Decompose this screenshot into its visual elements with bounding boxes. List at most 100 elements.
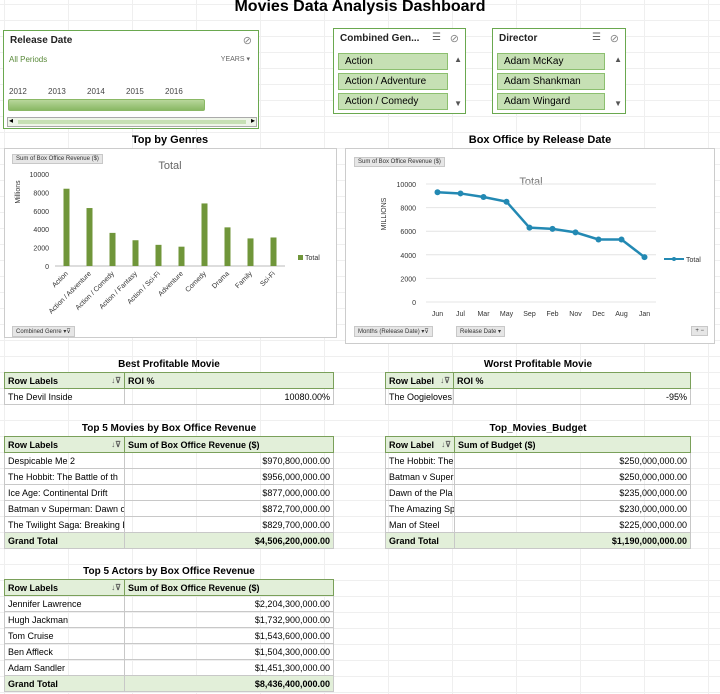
data-point [480, 193, 487, 200]
x-tick-label: Family [234, 270, 254, 290]
timeline-bar[interactable] [8, 99, 205, 111]
sort-filter-icon[interactable]: ↓⊽ [441, 440, 451, 449]
slicer-item[interactable]: Action / Adventure [338, 73, 448, 90]
slicer-item[interactable]: Adam Shankman [497, 73, 605, 90]
x-tick-label: Comedy [185, 270, 209, 294]
x-tick-label: Jun [432, 311, 443, 318]
dashboard-title: Movies Data Analysis Dashboard [234, 0, 486, 15]
scroll-up-icon[interactable]: ▲ [614, 55, 622, 64]
time-level-label: YEARS [220, 56, 245, 63]
multiselect-icon[interactable]: ☰ [432, 32, 441, 43]
clear-filter-icon[interactable]: ⊘ [243, 34, 252, 47]
genres-chart-section-title: Top by Genres [131, 134, 209, 146]
value-header: Sum of Box Office Revenue ($) [124, 436, 334, 453]
scroll-left-icon[interactable]: ◂ [9, 116, 13, 125]
top-movies-table: Row Labels ↓⊽ Sum of Box Office Revenue ($… [4, 436, 334, 549]
clear-filter-icon[interactable]: ⊘ [610, 32, 619, 45]
axis-field-button[interactable]: Combined Genre ▾⊽ [12, 326, 75, 337]
grand-total-label: Grand Total [385, 532, 455, 549]
year-labels: 2012 2013 2014 2015 2016 [9, 87, 209, 96]
table-row-label: Dawn of the Pla [385, 484, 455, 501]
row-labels-header[interactable]: Row Label ↓⊽ [385, 436, 455, 453]
sort-filter-icon[interactable]: ↓⊽ [111, 440, 121, 449]
release-date-slicer[interactable]: Release Date ⊘ All Periods YEARS ▾ 2012 … [3, 30, 259, 129]
top-budget-table: Row Label ↓⊽ Sum of Budget ($) The Hobbit:… [385, 436, 691, 549]
top-movies-title: Top 5 Movies by Box Office Revenue [81, 423, 257, 434]
x-tick-label: Mar [477, 311, 490, 318]
table-row-label: Ice Age: Continental Drift [4, 484, 125, 501]
scroll-down-icon[interactable]: ▼ [614, 99, 622, 108]
scroll-right-icon[interactable]: ▸ [251, 116, 255, 125]
bar [155, 244, 162, 266]
slicer-item[interactable]: Action / Comedy [338, 93, 448, 110]
x-tick-label: Drama [211, 270, 231, 290]
table-row-value: $1,543,600,000.00 [124, 627, 334, 644]
table-row-value: $235,000,000.00 [454, 484, 691, 501]
top-budget-title: Top_Movies_Budget [489, 423, 587, 434]
row-labels-header[interactable]: Row Labels ↓⊽ [4, 579, 125, 596]
data-point [457, 190, 464, 197]
x-tick-label: Jul [456, 311, 465, 318]
slicer-item[interactable]: Adam Wingard [497, 93, 605, 110]
filter-dropdown-icon[interactable]: ▾⊽ [421, 329, 428, 335]
table-row-label: Batman v Superm [385, 468, 455, 485]
grand-total-value: $4,506,200,000.00 [124, 532, 334, 549]
slicer-header: Combined Gen... [340, 33, 420, 44]
data-point [434, 189, 441, 196]
all-periods-label: All Periods [9, 55, 48, 64]
table-row-value: $230,000,000.00 [454, 500, 691, 517]
x-tick-label: Nov [569, 311, 582, 318]
slicer-header: Director [499, 33, 538, 44]
table-row-label: Batman v Superman: Dawn o [4, 500, 125, 517]
data-point [641, 254, 648, 261]
row-labels-header[interactable]: Row Labels ↓⊽ [4, 372, 125, 389]
axis-field-button[interactable]: Months (Release Date) ▾⊽ [354, 326, 433, 337]
time-level-select[interactable]: YEARS ▾ [221, 55, 250, 63]
data-point [572, 229, 579, 236]
slicer-item[interactable]: Adam McKay [497, 53, 605, 70]
y-tick-label: 0 [45, 264, 49, 271]
table-row-value: -95% [453, 388, 691, 405]
table-row-value: $970,800,000.00 [124, 452, 334, 469]
axis-field-button[interactable]: Release Date ▾ [456, 326, 506, 337]
row-labels-header[interactable]: Row Labels ↓⊽ [4, 436, 125, 453]
bar [270, 237, 277, 266]
year-label: 2013 [48, 87, 66, 96]
box-office-chart[interactable]: Sum of Box Office Revenue ($) Total MILLI… [345, 148, 715, 344]
filter-dropdown-icon[interactable]: ▾⊽ [63, 329, 70, 335]
expand-collapse-buttons[interactable]: + − [691, 326, 708, 336]
grand-total-label: Grand Total [4, 532, 125, 549]
table-row-value: $1,451,300,000.00 [124, 659, 334, 676]
x-tick-label: Sci-Fi [259, 270, 277, 288]
chart-title: Total [519, 176, 542, 188]
scroll-down-icon[interactable]: ▼ [454, 99, 462, 108]
bar [178, 246, 185, 266]
y-axis-label: MILLIONS [381, 197, 388, 230]
genre-slicer[interactable]: Combined Gen... ☰ ⊘ Action Action / Adve… [333, 28, 466, 114]
bar [109, 232, 116, 266]
clear-filter-icon[interactable]: ⊘ [450, 32, 459, 45]
multiselect-icon[interactable]: ☰ [592, 32, 601, 43]
sort-filter-icon[interactable]: ↓⊽ [440, 376, 450, 385]
data-point [618, 236, 625, 243]
timeline-scrollbar[interactable]: ◂ ▸ [7, 116, 257, 127]
scroll-up-icon[interactable]: ▲ [454, 55, 462, 64]
genres-chart[interactable]: Sum of Box Office Revenue ($) Total Milli… [4, 148, 337, 338]
legend-marker [672, 257, 676, 261]
grand-total-value: $1,190,000,000.00 [454, 532, 691, 549]
year-label: 2014 [87, 87, 105, 96]
dropdown-icon[interactable]: ▾ [498, 329, 501, 335]
box-office-chart-svg: Total MILLIONS 0 2000 4000 6000 8000 10000 Jun Ju… [381, 176, 701, 318]
slicer-item[interactable]: Action [338, 53, 448, 70]
table-row-label: The Devil Inside [4, 388, 125, 405]
table-row-label: The Oogieloves [385, 388, 454, 405]
y-tick-label: 10000 [397, 182, 417, 189]
year-label: 2015 [126, 87, 144, 96]
scroll-thumb[interactable] [18, 120, 246, 124]
row-labels-header[interactable]: Row Label ↓⊽ [385, 372, 454, 389]
director-slicer[interactable]: Director ☰ ⊘ Adam McKay Adam Shankman Ad… [492, 28, 626, 114]
best-movie-title: Best Profitable Movie [118, 359, 220, 370]
sort-filter-icon[interactable]: ↓⊽ [111, 583, 121, 592]
sort-filter-icon[interactable]: ↓⊽ [111, 376, 121, 385]
table-row-label: Tom Cruise [4, 627, 125, 644]
